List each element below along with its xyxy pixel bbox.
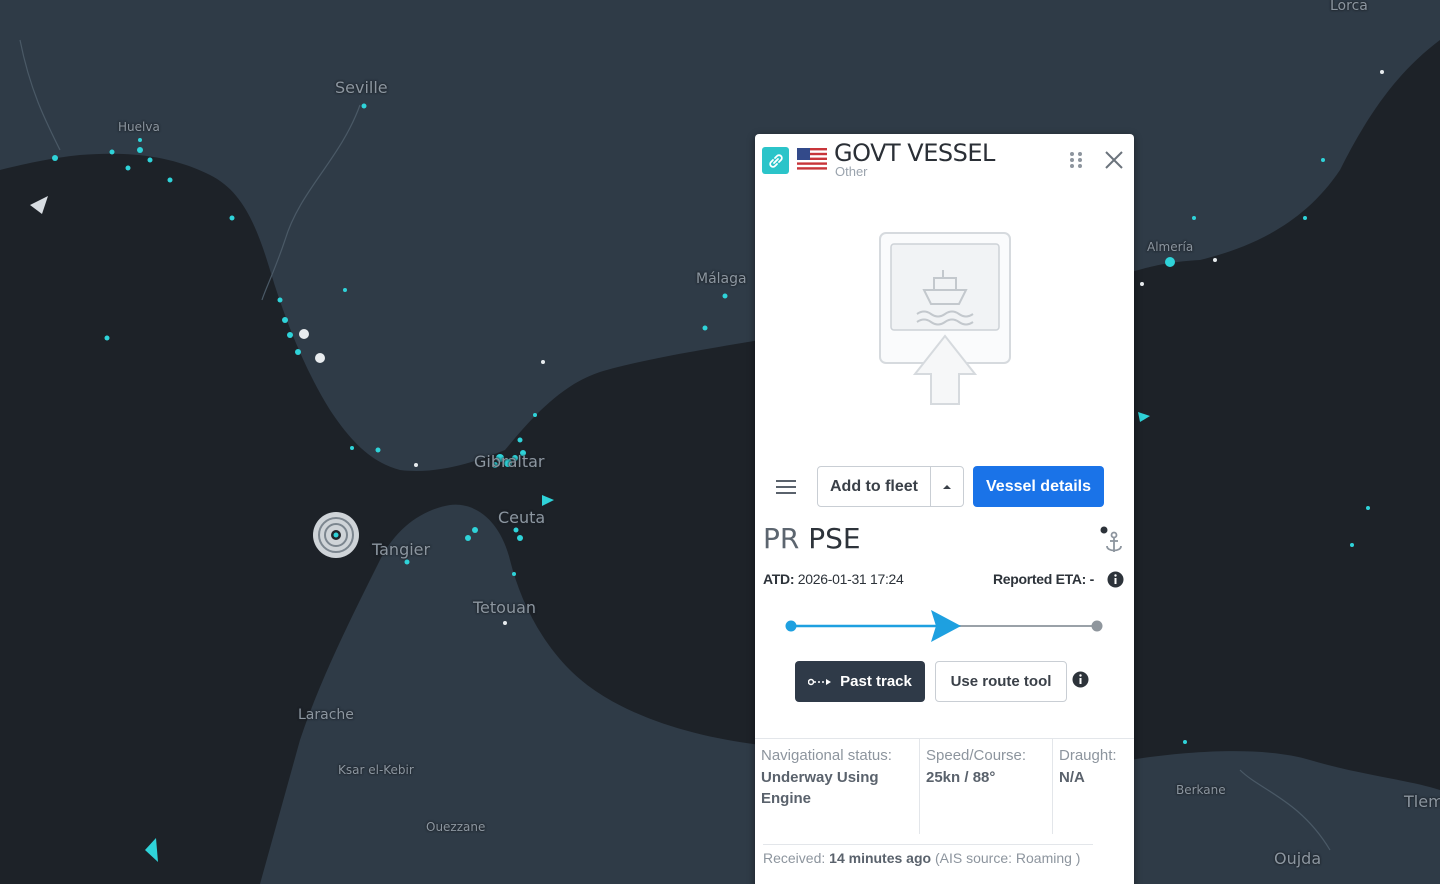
- city-label: Lorca: [1330, 0, 1368, 14]
- atd-label: ATD:: [763, 571, 795, 587]
- speed-course-cell: Speed/Course: 25kn / 88°: [920, 739, 1053, 834]
- city-label: Ksar el-Kebir: [338, 763, 414, 777]
- destination-port: PSE: [808, 522, 861, 555]
- panel-toolbar: Add to fleet Vessel details: [755, 466, 1134, 508]
- atd-line: ATD: 2026-01-31 17:24: [763, 571, 904, 587]
- panel-header: GOVT VESSEL Other: [755, 134, 1134, 190]
- nav-status-cell: Navigational status: Underway Using Engi…: [755, 739, 920, 834]
- speed-course-value: 25kn / 88°: [926, 769, 996, 786]
- route-ports: PR PSE: [763, 522, 861, 555]
- city-label: Ceuta: [498, 508, 546, 527]
- drag-handle-icon[interactable]: [1067, 150, 1085, 170]
- draught-value: N/A: [1059, 769, 1085, 786]
- city-label: Larache: [298, 707, 354, 723]
- city-label: Berkane: [1176, 783, 1226, 797]
- add-to-fleet-button[interactable]: Add to fleet: [818, 467, 931, 506]
- voyage-progress-bar: [785, 610, 1103, 642]
- past-track-icon: [808, 678, 832, 685]
- close-icon[interactable]: [1103, 149, 1125, 171]
- city-label: Seville: [335, 78, 388, 97]
- caret-up-icon: [943, 484, 951, 489]
- city-label: Ouezzane: [426, 820, 486, 834]
- speed-course-label: Speed/Course:: [926, 747, 1027, 764]
- city-label: Oujda: [1274, 849, 1322, 868]
- anchor-icon[interactable]: [1097, 526, 1125, 556]
- vessel-details-button[interactable]: Vessel details: [973, 466, 1104, 507]
- vessel-name: GOVT VESSEL: [834, 139, 995, 167]
- use-route-tool-button[interactable]: Use route tool: [935, 661, 1067, 702]
- map-canvas[interactable]: [0, 0, 1440, 884]
- destination-dot: [1091, 620, 1103, 632]
- draught-label: Draught:: [1059, 747, 1117, 764]
- departure-port: PR: [763, 522, 800, 555]
- past-track-label: Past track: [840, 673, 912, 690]
- city-label: Tetouan: [473, 598, 537, 617]
- city-label: Huelva: [118, 120, 160, 134]
- received-source: (AIS source: Roaming ): [934, 850, 1081, 866]
- vessel-stats: Navigational status: Underway Using Engi…: [755, 738, 1134, 834]
- received-info: Received: 14 minutes ago (AIS source: Ro…: [763, 844, 1093, 869]
- selected-vessel-marker[interactable]: [313, 512, 359, 558]
- received-value: 14 minutes ago: [829, 850, 932, 866]
- menu-icon[interactable]: [774, 476, 798, 498]
- atd-value: 2026-01-31 17:24: [797, 571, 904, 587]
- city-label: Gibraltar: [474, 452, 545, 471]
- add-to-fleet-group: Add to fleet: [817, 466, 964, 507]
- reported-eta: Reported ETA: -: [992, 571, 1094, 587]
- vessel-type: Other: [835, 164, 868, 179]
- ship-placeholder-icon: [879, 232, 1011, 405]
- city-label: Málaga: [696, 271, 747, 287]
- city-label: Tangier: [372, 540, 431, 559]
- received-label: Received:: [763, 850, 826, 866]
- info-icon[interactable]: [1107, 571, 1124, 588]
- past-track-button[interactable]: Past track: [795, 661, 925, 702]
- us-flag-icon: [797, 148, 827, 172]
- link-icon[interactable]: [762, 147, 789, 174]
- info-icon[interactable]: [1072, 671, 1089, 688]
- fleet-dropdown-toggle[interactable]: [931, 467, 963, 506]
- draught-cell: Draught: N/A: [1053, 739, 1134, 834]
- departure-dot: [785, 620, 797, 632]
- nav-status-label: Navigational status:: [761, 747, 892, 764]
- city-label: Tlem: [1404, 792, 1440, 811]
- city-label: Almería: [1147, 240, 1194, 254]
- vessel-info-panel: GOVT VESSEL Other Add to fleet Vessel de…: [755, 134, 1134, 884]
- nav-status-value: Underway Using Engine: [761, 769, 879, 807]
